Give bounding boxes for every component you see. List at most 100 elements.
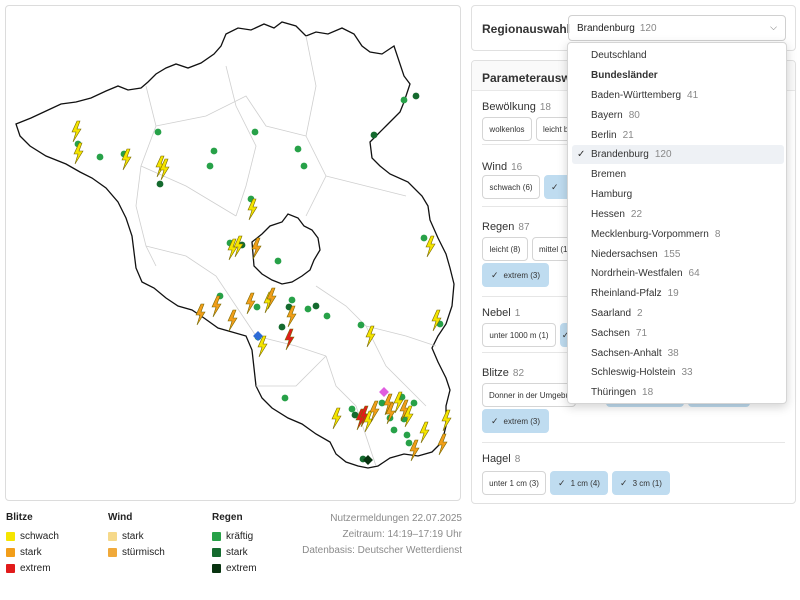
chip-regen-extrem[interactable]: extrem (3) [482,263,549,287]
chip-blitze-extrem[interactable]: extrem (3) [482,409,549,433]
chip-blitze-donner[interactable]: Donner in der Umgebu [482,383,576,407]
lightning-icon[interactable] [73,142,84,165]
legend-blitze: Blitze schwach stark extrem [6,512,106,576]
chip-label: mittel (1 [539,244,568,254]
lightning-icon[interactable] [227,309,238,332]
lightning-icon[interactable] [331,407,342,430]
lightning-icon[interactable] [284,328,295,351]
dropdown-item-hamburg[interactable]: Hamburg [572,185,784,204]
rain-marker[interactable] [300,162,308,170]
marker-diamond[interactable] [379,387,389,397]
map-panel[interactable] [5,5,461,501]
legend-row: stark [212,544,312,560]
dropdown-item-rheinland-pfalz[interactable]: Rheinland-Pfalz 19 [572,284,784,303]
dropdown-item-deutschland[interactable]: Deutschland [572,46,784,65]
rain-marker[interactable] [403,431,411,439]
lightning-icon[interactable] [71,120,82,143]
rain-marker[interactable] [294,145,302,153]
chip-wind-schwach[interactable]: schwach (6) [482,175,540,199]
rain-marker[interactable] [304,305,312,313]
rain-marker[interactable] [420,234,428,242]
lightning-icon[interactable] [437,433,448,456]
lightning-icon[interactable] [251,237,262,260]
data-info: Nutzermeldungen 22.07.2025 Zeitraum: 14:… [302,511,462,559]
dropdown-label: Schleswig-Holstein [591,367,676,378]
wind-swatch [108,547,117,557]
chip-wolkenlos[interactable]: wolkenlos [482,117,532,141]
dropdown-item-hessen[interactable]: Hessen 22 [572,205,784,224]
dropdown-label: Berlin [591,130,617,141]
rain-marker[interactable] [390,426,398,434]
dropdown-item-sachsen-anhalt[interactable]: Sachsen-Anhalt 38 [572,344,784,363]
chip-nebel-unter-1000[interactable]: unter 1000 m (1) [482,323,556,347]
lightning-icon[interactable] [431,309,442,332]
rain-marker[interactable] [278,323,286,331]
dropdown-count: 41 [687,90,699,101]
dropdown-item-thueringen[interactable]: Thüringen 18 [572,383,784,402]
chip-regen-leicht[interactable]: leicht (8) [482,237,528,261]
dropdown-item-bayern[interactable]: Bayern 80 [572,106,784,125]
rain-marker[interactable] [412,92,420,100]
rain-marker[interactable] [206,162,214,170]
lightning-icon[interactable] [195,303,206,326]
rain-marker[interactable] [312,302,320,310]
dropdown-header-bundeslaender: Bundesländer [572,66,784,85]
lightning-icon[interactable] [419,421,430,444]
symbols-layer [71,92,452,465]
dropdown-label: Sachsen [591,328,630,339]
dropdown-item-bremen[interactable]: Bremen [572,165,784,184]
region-select[interactable]: Brandenburg 120 ⌵ [568,15,786,41]
region-selected-count: 120 [639,22,657,34]
dropdown-count: 64 [688,268,700,279]
chip-hagel-1cm[interactable]: 1 cm (4) [550,471,608,495]
dropdown-count: 120 [654,149,672,160]
chevron-down-icon[interactable]: ⌵ [770,22,777,33]
param-count: 16 [511,162,523,173]
rain-marker[interactable] [156,180,164,188]
rain-marker[interactable] [357,321,365,329]
rain-marker[interactable] [400,96,408,104]
param-name: Nebel [482,307,511,319]
rain-marker[interactable] [323,312,331,320]
dropdown-item-schleswig-holstein[interactable]: Schleswig-Holstein 33 [572,363,784,382]
rain-marker[interactable] [154,128,162,136]
rain-marker[interactable] [410,399,418,407]
dropdown-item-saarland[interactable]: Saarland 2 [572,304,784,323]
rain-marker[interactable] [281,394,289,402]
rain-marker[interactable] [405,439,413,447]
rain-marker[interactable] [370,131,378,139]
chip-label: unter 1000 m (1) [489,330,549,340]
chip-hagel-unter-1cm[interactable]: unter 1 cm (3) [482,471,546,495]
rain-marker[interactable] [96,153,104,161]
region-dropdown[interactable]: Deutschland Bundesländer Baden-Württembe… [567,42,787,404]
dropdown-label: Bremen [591,169,627,180]
param-name: Wind [482,161,508,173]
rain-marker[interactable] [251,128,259,136]
dropdown-item-sachsen[interactable]: Sachsen 71 [572,324,784,343]
lightning-icon[interactable] [365,325,376,348]
lightning-icon[interactable] [441,409,452,432]
dropdown-item-nordrhein-westfalen[interactable]: Nordrhein-Westfalen 64 [572,264,784,283]
lightning-icon[interactable] [245,292,256,315]
legend-label: stürmisch [122,546,165,558]
lightning-icon[interactable] [425,235,436,258]
legend-row: schwach [6,528,106,544]
lightning-icon[interactable] [247,198,258,221]
legend-title-blitze: Blitze [6,512,33,523]
chip-hagel-3cm[interactable]: 3 cm (1) [612,471,670,495]
rain-marker[interactable] [288,296,296,304]
rain-marker[interactable] [378,399,386,407]
dropdown-item-brandenburg[interactable]: ✓ Brandenburg 120 [572,145,784,164]
rain-marker[interactable] [210,147,218,155]
dropdown-count: 71 [635,328,648,339]
dropdown-item-berlin[interactable]: Berlin 21 [572,126,784,145]
dropdown-item-niedersachsen[interactable]: Niedersachsen 155 [572,245,784,264]
rain-marker[interactable] [253,303,261,311]
legend-regen: Regen kräftig stark extrem [212,512,312,576]
rain-marker[interactable] [348,405,356,413]
reports-date: Nutzermeldungen 22.07.2025 [330,513,462,524]
rain-marker[interactable] [274,257,282,265]
dropdown-label: Sachsen-Anhalt [591,348,662,359]
dropdown-item-baden-wuerttemberg[interactable]: Baden-Württemberg 41 [572,86,784,105]
dropdown-item-mecklenburg-vorpommern[interactable]: Mecklenburg-Vorpommern 8 [572,225,784,244]
